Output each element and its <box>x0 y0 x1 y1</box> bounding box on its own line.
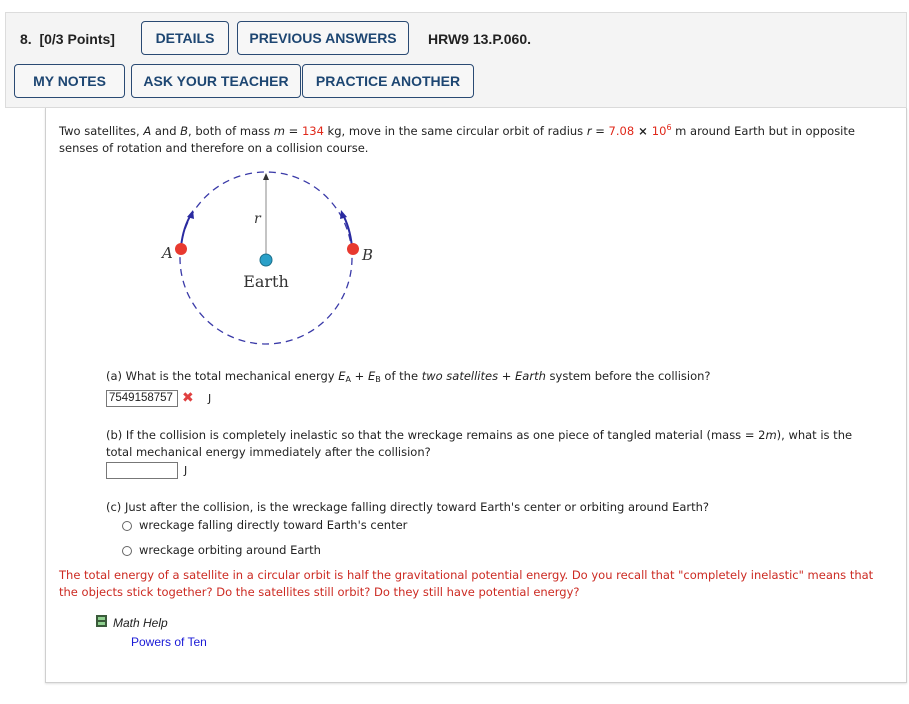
text: (a) What is the total mechanical energy <box>106 369 339 383</box>
text: = <box>591 124 609 138</box>
text: the objects stick together? Do the satel… <box>59 585 580 599</box>
part-b-answer-input[interactable] <box>106 462 178 479</box>
text: kg, move in the same circular orbit of r… <box>323 124 587 138</box>
satellite-A <box>175 243 187 255</box>
text: Two satellites, <box>59 124 144 138</box>
label-r: r <box>254 211 262 227</box>
text: of the <box>380 369 422 383</box>
details-button[interactable]: DETAILS <box>141 21 229 55</box>
practice-another-button[interactable]: PRACTICE ANOTHER <box>302 64 474 98</box>
times-sign: × <box>634 124 652 138</box>
label-B: B <box>361 246 373 264</box>
text: two satellites <box>421 369 499 383</box>
arrowhead-B-icon <box>340 210 347 219</box>
option-falling-radio[interactable] <box>122 521 132 531</box>
earth-icon <box>259 253 273 267</box>
problem-statement: Two satellites, A and B, both of mass m … <box>59 119 899 157</box>
part-c-question: (c) Just after the collision, is the wre… <box>106 500 710 514</box>
option-orbiting-radio[interactable] <box>122 546 132 556</box>
text: senses of rotation and therefore on a co… <box>59 141 369 155</box>
previous-answers-button[interactable]: PREVIOUS ANSWERS <box>237 21 409 55</box>
ask-your-teacher-button[interactable]: ASK YOUR TEACHER <box>131 64 301 98</box>
arrowhead-A-icon <box>187 210 194 219</box>
question-header: 8. [0/3 Points] DETAILS PREVIOUS ANSWERS… <box>5 12 907 108</box>
orbit-figure: A B r Earth <box>160 171 373 345</box>
part-a-answer-input[interactable]: 7549158757 <box>106 390 178 407</box>
text: (b) If the collision is completely inela… <box>106 428 766 442</box>
mass-value: 134 <box>301 124 324 138</box>
part-a-question: (a) What is the total mechanical energy … <box>106 368 711 388</box>
text: Earth <box>515 369 546 383</box>
option-orbiting-label[interactable]: wreckage orbiting around Earth <box>139 542 321 559</box>
part-a-unit: J <box>208 392 212 405</box>
powers-of-ten-link[interactable]: Powers of Ten <box>131 635 207 649</box>
my-notes-button[interactable]: MY NOTES <box>14 64 125 98</box>
film-strip-icon <box>96 615 107 627</box>
text: , both of mass <box>188 124 274 138</box>
var-EA: E <box>338 369 346 383</box>
part-b-unit: J <box>184 464 188 477</box>
var-m: m <box>273 124 285 138</box>
problem-code: HRW9 13.P.060. <box>428 31 531 47</box>
velocity-arrow-A <box>180 212 193 248</box>
var-B: B <box>180 124 189 138</box>
points-label: [0/3 Points] <box>39 31 115 47</box>
text: total mechanical energy immediately afte… <box>106 445 431 459</box>
option-falling-label[interactable]: wreckage falling directly toward Earth's… <box>139 517 407 534</box>
question-number: 8. <box>20 31 32 47</box>
radius-mantissa: 7.08 <box>608 124 635 138</box>
radius-arrowhead-icon <box>263 173 269 180</box>
incorrect-x-icon: ✖ <box>182 390 194 406</box>
satellite-B <box>347 243 359 255</box>
text: system before the collision? <box>545 369 711 383</box>
text: m around Earth but in opposite <box>671 124 855 138</box>
text: = <box>284 124 302 138</box>
text: and <box>151 124 181 138</box>
text: The total energy of a satellite in a cir… <box>59 568 874 582</box>
part-b-question: (b) If the collision is completely inela… <box>106 427 896 461</box>
math-help-label: Math Help <box>113 616 168 630</box>
var-m: m <box>765 428 777 442</box>
text: + <box>498 369 516 383</box>
radius-base: 10 <box>651 124 667 138</box>
label-A: A <box>160 244 173 262</box>
text: + <box>351 369 368 383</box>
label-earth: Earth <box>243 272 289 291</box>
hint-text: The total energy of a satellite in a cir… <box>59 567 904 601</box>
question-points: 8. [0/3 Points] <box>20 31 115 47</box>
text: ), what is the <box>776 428 853 442</box>
